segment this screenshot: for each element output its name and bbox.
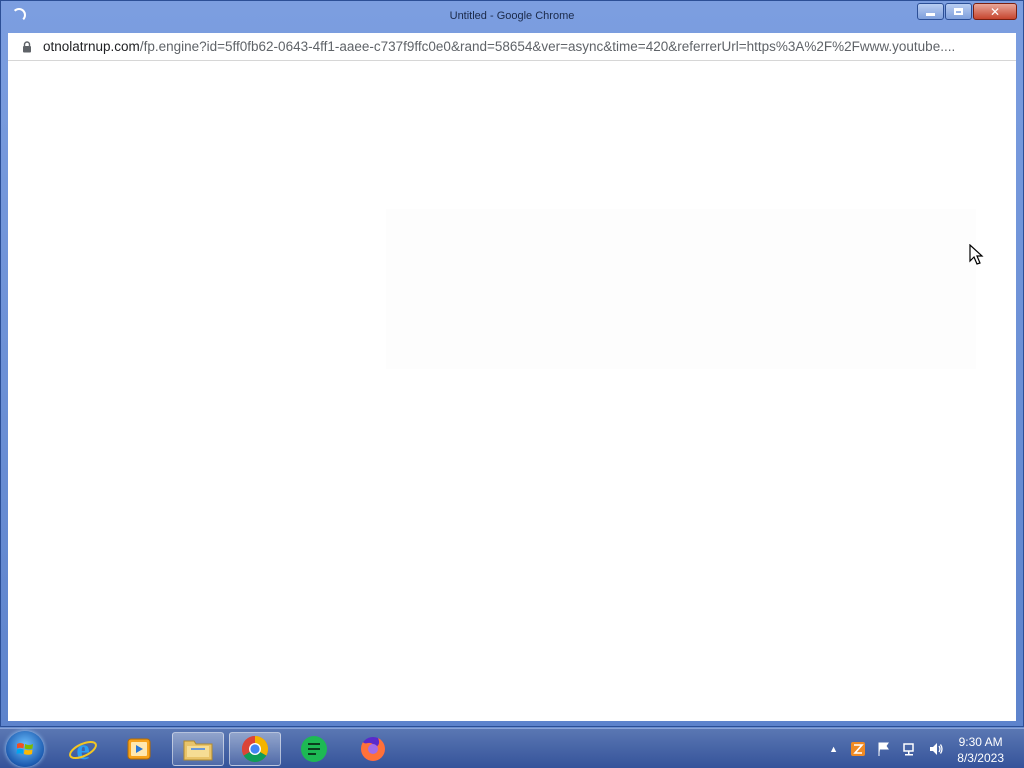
taskbar-firefox[interactable] — [347, 732, 399, 766]
minimize-button[interactable] — [917, 3, 944, 20]
chrome-icon — [241, 735, 269, 763]
lock-icon — [23, 41, 31, 53]
window-controls: ✕ — [916, 3, 1017, 20]
taskbar-media-player[interactable] — [113, 732, 165, 766]
taskbar: e ▲ 9:30 AM 8/3/2023 — [0, 728, 1024, 768]
close-button[interactable]: ✕ — [973, 3, 1017, 20]
media-player-icon — [127, 738, 151, 760]
show-hidden-icons-button[interactable]: ▲ — [829, 744, 838, 754]
close-icon: ✕ — [989, 4, 1001, 19]
notes-icon — [301, 736, 327, 762]
firefox-icon — [361, 737, 386, 761]
internet-explorer-icon: e — [69, 733, 97, 765]
network-icon[interactable] — [902, 741, 918, 757]
window-title: Untitled - Google Chrome — [449, 10, 575, 22]
taskbar-google-chrome[interactable] — [229, 732, 281, 766]
clock-time: 9:30 AM — [958, 735, 1003, 749]
folder-icon — [183, 740, 213, 761]
taskbar-notes-app[interactable] — [288, 732, 340, 766]
blank-page-content — [386, 209, 976, 369]
mouse-cursor-icon — [969, 244, 984, 265]
action-center-flag-icon[interactable] — [876, 741, 892, 757]
volume-icon[interactable] — [928, 741, 944, 757]
minimize-icon — [926, 13, 935, 16]
chrome-window: Untitled - Google Chrome ✕ otnolatrnup.c… — [0, 0, 1024, 727]
address-bar[interactable]: otnolatrnup.com/fp.engine?id=5ff0fb62-06… — [8, 33, 1016, 61]
clock-date: 8/3/2023 — [957, 751, 1004, 765]
url-host: otnolatrnup.com — [43, 39, 140, 54]
windows-logo-icon — [16, 743, 33, 755]
start-button[interactable] — [6, 731, 44, 767]
svg-text:e: e — [76, 733, 89, 765]
system-tray: ▲ — [819, 741, 944, 757]
taskbar-internet-explorer[interactable]: e — [57, 732, 109, 766]
url-path: /fp.engine?id=5ff0fb62-0643-4ff1-aaee-c7… — [139, 39, 956, 54]
page-viewport[interactable] — [8, 61, 1016, 721]
title-bar[interactable]: Untitled - Google Chrome ✕ — [1, 1, 1023, 33]
url-text[interactable]: otnolatrnup.com/fp.engine?id=5ff0fb62-06… — [43, 39, 1003, 54]
maximize-icon — [954, 8, 963, 15]
maximize-button[interactable] — [945, 3, 972, 20]
app-tray-icon[interactable] — [850, 741, 866, 757]
taskbar-file-explorer[interactable] — [172, 732, 224, 766]
taskbar-clock[interactable]: 9:30 AM 8/3/2023 — [957, 734, 1004, 766]
